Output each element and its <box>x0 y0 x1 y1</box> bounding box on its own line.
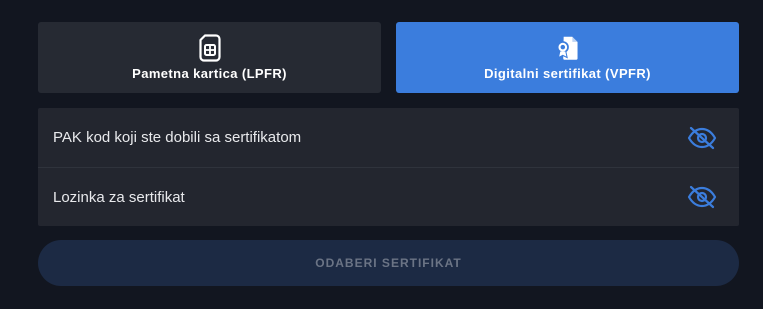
certificate-login-panel: Pametna kartica (LPFR) Digitalni sertifi… <box>0 0 763 309</box>
pak-code-field[interactable]: PAK kod koji ste dobili sa sertifikatom <box>38 108 739 167</box>
select-certificate-button-label: ODABERI SERTIFIKAT <box>315 256 462 270</box>
certificate-icon <box>555 33 581 63</box>
eye-off-icon[interactable] <box>687 182 717 212</box>
digital-certificate-tab-label: Digitalni sertifikat (VPFR) <box>484 66 651 81</box>
smart-card-tab[interactable]: Pametna kartica (LPFR) <box>38 22 381 93</box>
digital-certificate-tab[interactable]: Digitalni sertifikat (VPFR) <box>396 22 739 93</box>
certificate-password-placeholder: Lozinka za sertifikat <box>53 188 185 206</box>
pak-code-placeholder: PAK kod koji ste dobili sa sertifikatom <box>53 129 302 146</box>
mode-selector: Pametna kartica (LPFR) Digitalni sertifi… <box>38 22 739 93</box>
certificate-password-field[interactable]: Lozinka za sertifikat <box>38 167 739 226</box>
sim-card-icon <box>197 33 223 63</box>
eye-off-icon[interactable] <box>687 123 717 153</box>
select-certificate-button[interactable]: ODABERI SERTIFIKAT <box>38 240 739 286</box>
credentials-panel: PAK kod koji ste dobili sa sertifikatom … <box>38 108 739 226</box>
smart-card-tab-label: Pametna kartica (LPFR) <box>132 66 287 81</box>
